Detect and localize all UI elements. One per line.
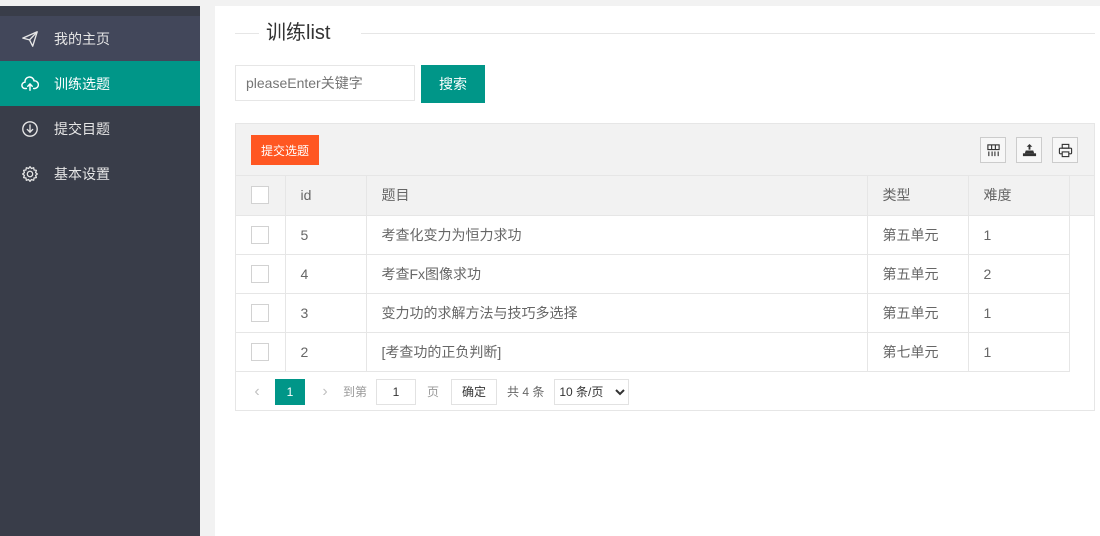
row-checkbox-cell — [236, 215, 286, 255]
row-checkbox-cell — [236, 254, 286, 294]
current-page-button[interactable]: 1 — [275, 378, 305, 405]
cell-difficulty: 1 — [968, 293, 1070, 333]
table-header-row: id 题目 类型 难度 — [236, 176, 1094, 216]
cell-question: 考查Fx图像求功 — [366, 254, 868, 294]
table-row: 4 考查Fx图像求功 第五单元 2 — [236, 254, 1094, 294]
legend-line-left — [235, 33, 259, 34]
header-difficulty[interactable]: 难度 — [968, 176, 1070, 216]
export-icon[interactable] — [1016, 137, 1042, 163]
row-checkbox[interactable] — [251, 303, 270, 322]
table-row: 2 [考查功的正负判断] 第七单元 1 — [236, 332, 1094, 372]
submit-selection-button[interactable]: 提交选题 — [251, 135, 319, 165]
row-checkbox[interactable] — [251, 342, 270, 361]
row-checkbox[interactable] — [251, 225, 270, 244]
sidebar-item-home[interactable]: 我的主页 — [0, 16, 200, 61]
table-row: 5 考查化变力为恒力求功 第五单元 1 — [236, 215, 1094, 255]
questions-table: id 题目 类型 难度 5 考查化变力为恒力求功 第五单元 1 4 考查Fx图像… — [236, 176, 1094, 372]
sidebar-item-label: 训练选题 — [54, 75, 110, 92]
pagination: ‹ 1 › 到第 页 确定 共 4 条 10 条/页 — [236, 372, 1094, 411]
download-circle-icon — [20, 119, 40, 139]
row-checkbox[interactable] — [251, 264, 270, 283]
cell-type: 第七单元 — [867, 332, 969, 372]
goto-suffix: 页 — [427, 385, 440, 399]
page-size-select[interactable]: 10 条/页 — [554, 378, 630, 405]
header-checkbox-cell — [236, 176, 286, 216]
sidebar-item-label: 提交目题 — [54, 120, 110, 137]
cell-id: 5 — [285, 215, 367, 255]
data-table-container: 提交选题 id 题目 类型 难度 5 考查化变力为恒力求功 第五单元 1 4 考… — [235, 123, 1095, 411]
sidebar-item-submit[interactable]: 提交目题 — [0, 106, 200, 151]
goto-confirm-button[interactable]: 确定 — [451, 378, 498, 405]
prev-page-icon[interactable]: ‹ — [250, 383, 264, 401]
cloud-upload-icon — [20, 74, 40, 94]
sidebar-item-label: 基本设置 — [54, 165, 110, 182]
page-title-legend: 训练list — [235, 20, 1095, 48]
table-toolbar: 提交选题 — [236, 124, 1094, 176]
gear-icon — [20, 164, 40, 184]
cell-difficulty: 1 — [968, 332, 1070, 372]
goto-prefix: 到第 — [343, 385, 368, 399]
cell-id: 2 — [285, 332, 367, 372]
header-type[interactable]: 类型 — [867, 176, 969, 216]
search-button[interactable]: 搜索 — [421, 65, 485, 103]
sidebar-item-settings[interactable]: 基本设置 — [0, 151, 200, 196]
cell-type: 第五单元 — [867, 293, 969, 333]
search-input[interactable] — [235, 65, 415, 101]
cell-question: 考查化变力为恒力求功 — [366, 215, 868, 255]
cell-difficulty: 2 — [968, 254, 1070, 294]
page-title: 训练list — [266, 22, 331, 44]
row-filler — [1069, 215, 1094, 371]
main-panel: 训练list 搜索 提交选题 — [215, 6, 1100, 536]
row-checkbox-cell — [236, 293, 286, 333]
select-all-checkbox[interactable] — [251, 186, 270, 205]
cell-id: 4 — [285, 254, 367, 294]
cell-question: [考查功的正负判断] — [366, 332, 868, 372]
total-count: 共 4 条 — [507, 385, 545, 399]
sidebar-item-training[interactable]: 训练选题 — [0, 61, 200, 106]
header-question[interactable]: 题目 — [366, 176, 868, 216]
print-icon[interactable] — [1052, 137, 1078, 163]
table-row: 3 变力功的求解方法与技巧多选择 第五单元 1 — [236, 293, 1094, 333]
next-page-icon[interactable]: › — [318, 383, 332, 401]
goto-page-input[interactable] — [376, 378, 417, 405]
header-id[interactable]: id — [285, 176, 367, 216]
sidebar-item-label: 我的主页 — [54, 30, 110, 47]
legend-line-right — [361, 33, 1095, 34]
paper-plane-icon — [20, 29, 40, 49]
sidebar-strip — [0, 6, 200, 16]
cell-id: 3 — [285, 293, 367, 333]
columns-icon[interactable] — [980, 137, 1006, 163]
cell-type: 第五单元 — [867, 254, 969, 294]
cell-type: 第五单元 — [867, 215, 969, 255]
row-checkbox-cell — [236, 332, 286, 372]
sidebar: 我的主页 训练选题 提交目题 基本设置 — [0, 6, 200, 536]
header-filler — [1069, 176, 1094, 216]
cell-difficulty: 1 — [968, 215, 1070, 255]
cell-question: 变力功的求解方法与技巧多选择 — [366, 293, 868, 333]
